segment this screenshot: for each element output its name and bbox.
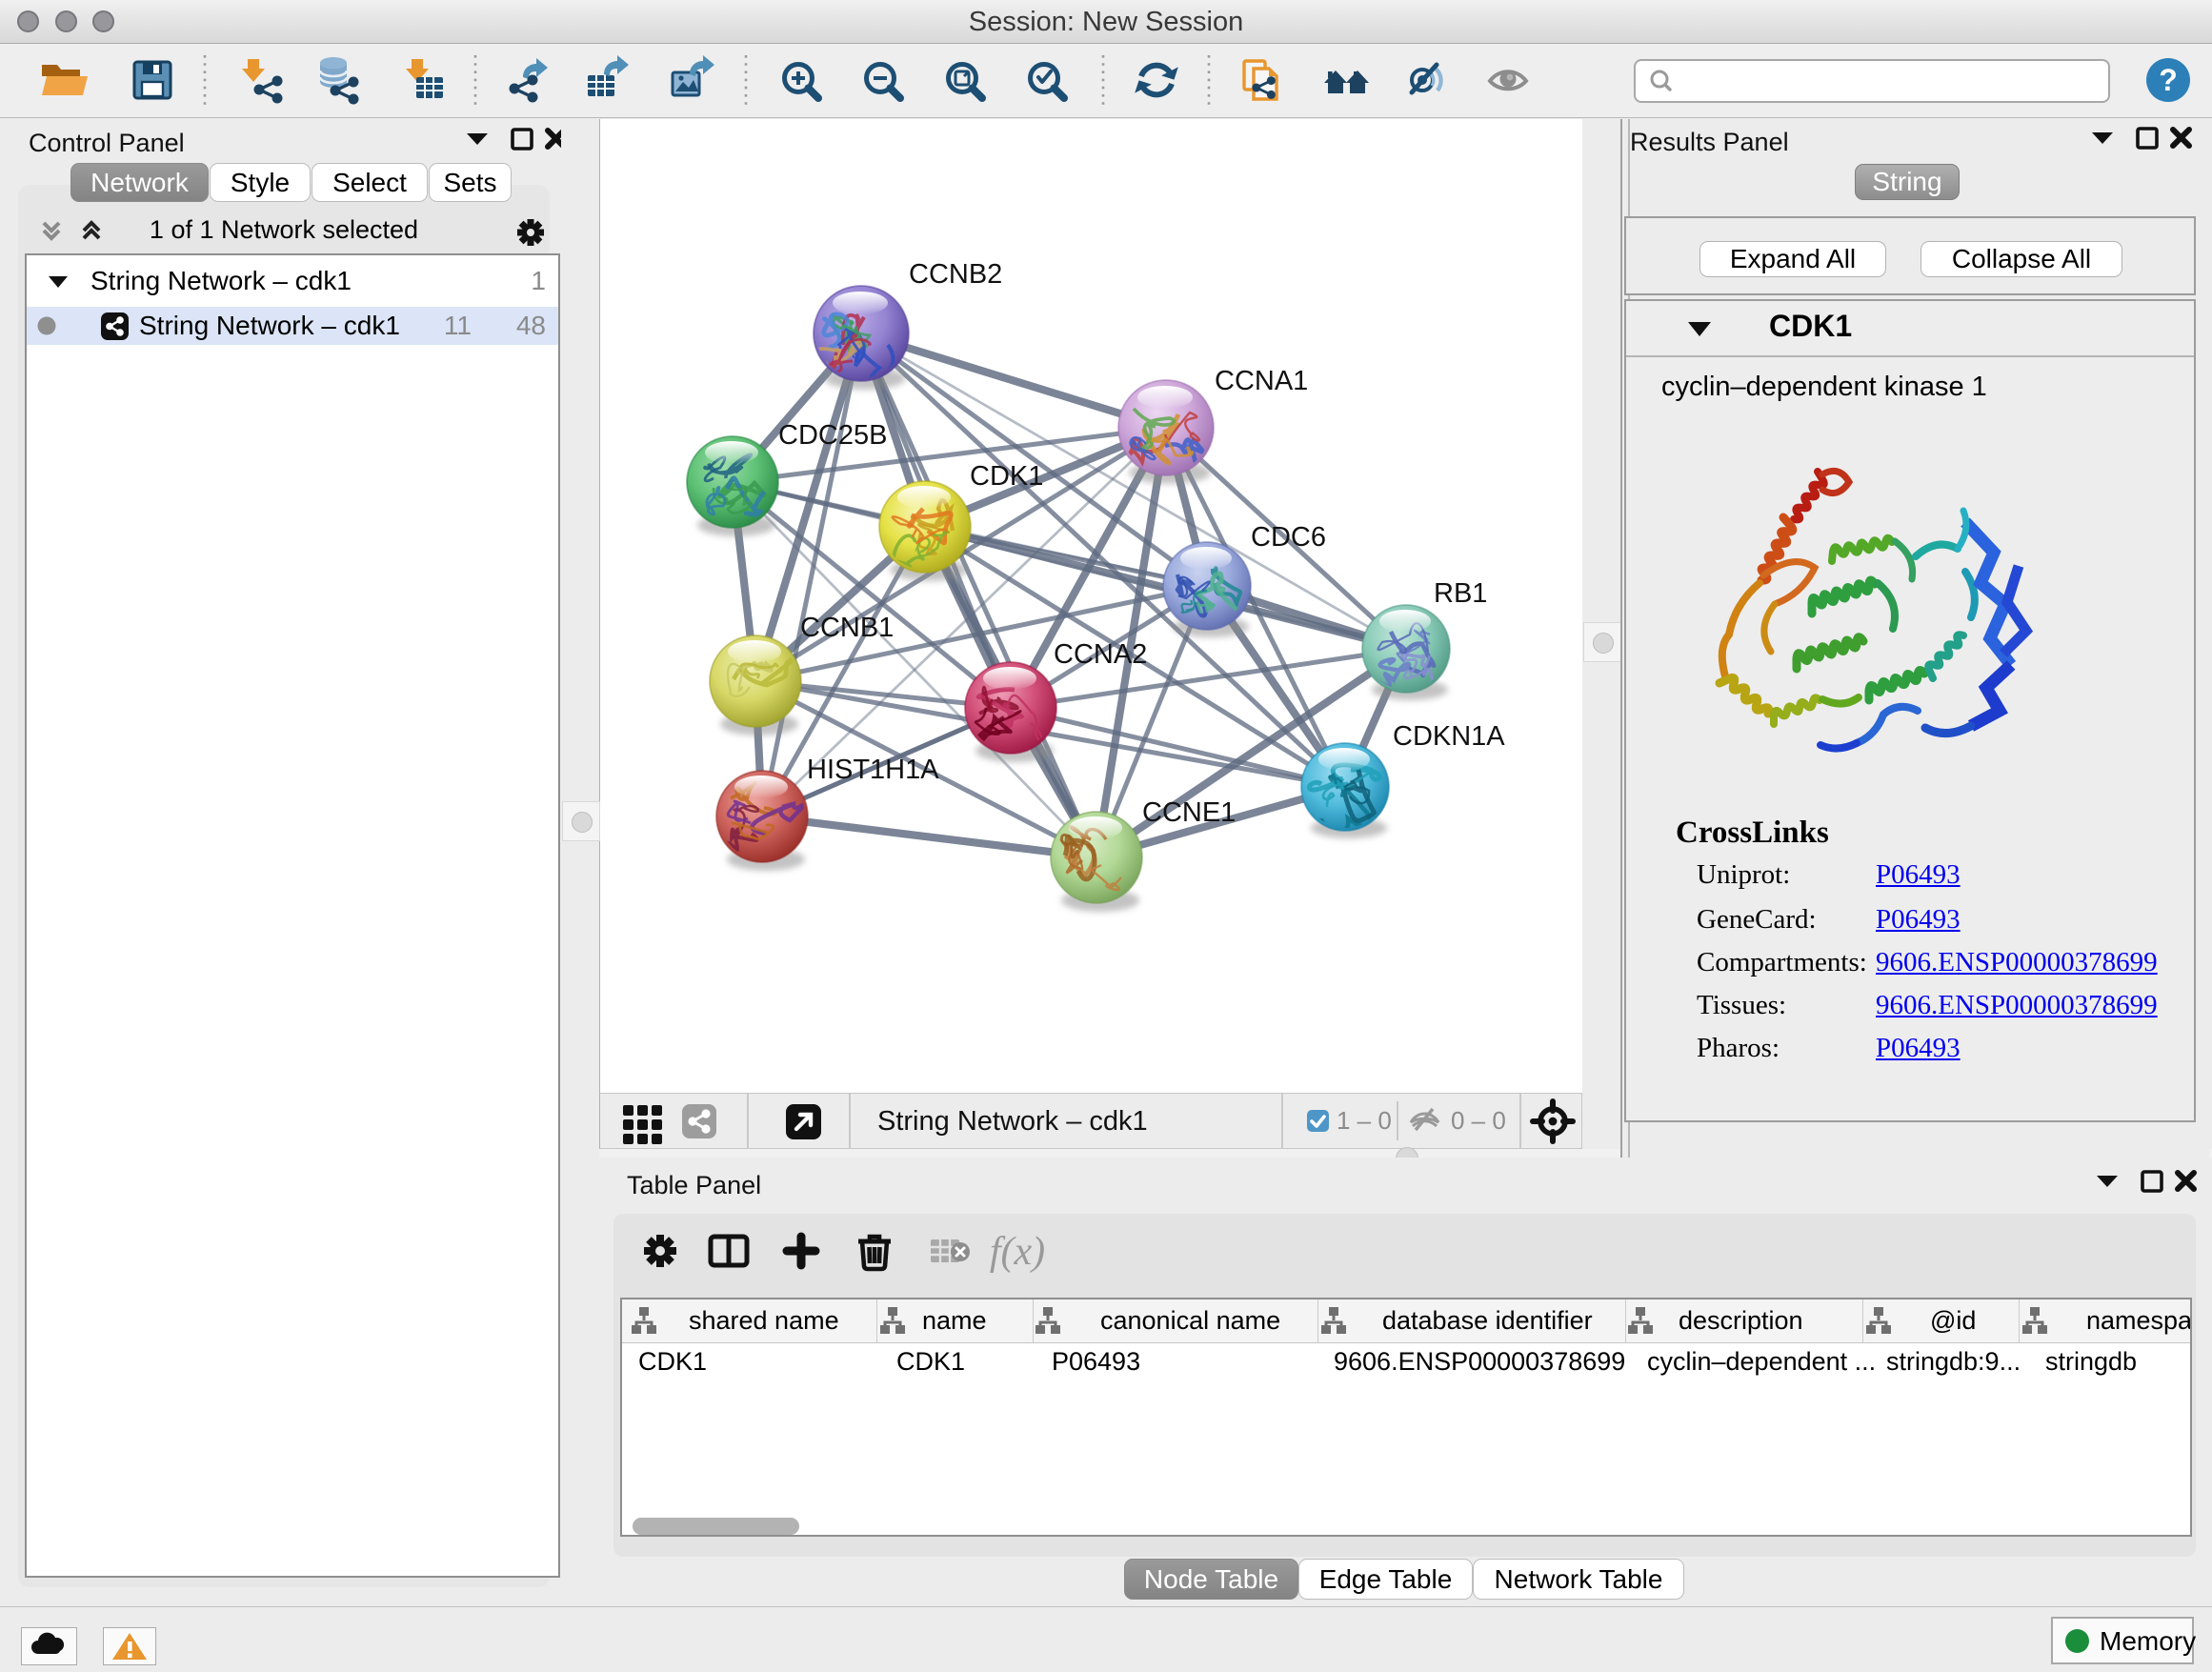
svg-text:CCNB1: CCNB1	[800, 613, 894, 643]
svg-text:0 – 0: 0 – 0	[1451, 1106, 1506, 1135]
svg-text:CCNA1: CCNA1	[1215, 366, 1308, 396]
svg-text:CCNB2: CCNB2	[909, 259, 1002, 290]
svg-text:CCNA2: CCNA2	[1054, 639, 1147, 670]
svg-text:HIST1H1A: HIST1H1A	[807, 755, 939, 785]
svg-text:@id: @id	[1930, 1306, 1976, 1335]
svg-text:CCNE1: CCNE1	[1142, 797, 1236, 828]
svg-text:String Network – cdk1: String Network – cdk1	[877, 1106, 1148, 1137]
svg-text:canonical name: canonical name	[1100, 1306, 1280, 1335]
svg-text:CDK1: CDK1	[970, 461, 1043, 492]
svg-text:shared name: shared name	[689, 1306, 839, 1335]
svg-text:namespac: namespac	[2086, 1306, 2190, 1335]
svg-text:1 – 0: 1 – 0	[1337, 1106, 1392, 1135]
svg-text:?: ?	[2159, 63, 2178, 97]
svg-text:database identifier: database identifier	[1382, 1306, 1593, 1335]
svg-text:CDC25B: CDC25B	[778, 420, 887, 451]
svg-text:CDC6: CDC6	[1251, 522, 1326, 553]
svg-text:name: name	[922, 1306, 987, 1335]
svg-text:description: description	[1679, 1306, 1803, 1335]
svg-text:f(x): f(x)	[990, 1230, 1045, 1274]
svg-text:RB1: RB1	[1434, 578, 1487, 609]
svg-text:CDKN1A: CDKN1A	[1393, 721, 1505, 752]
